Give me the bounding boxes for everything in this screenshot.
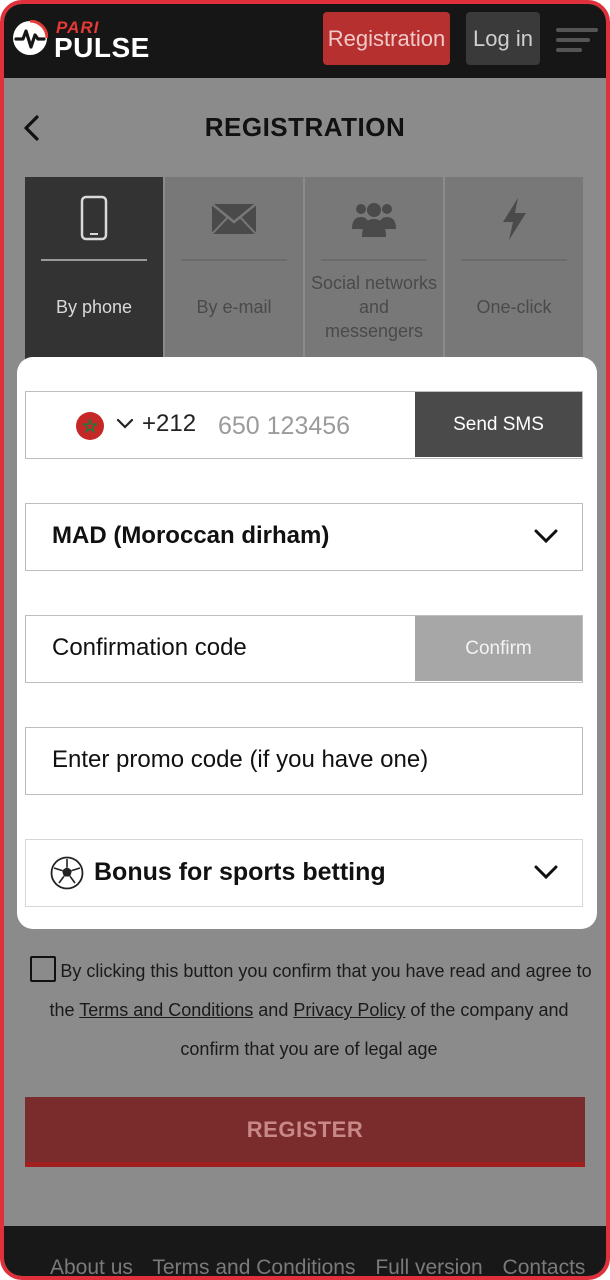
phone-field: +212 Send SMS (25, 391, 583, 459)
registration-method-tabs: By phone By e-mail Social networks and m… (25, 177, 585, 359)
footer-link-full-version[interactable]: Full version (375, 1256, 482, 1276)
login-button[interactable]: Log in (466, 12, 540, 65)
bonus-value: Bonus for sports betting (94, 858, 386, 886)
promo-code-field[interactable]: Enter promo code (if you have one) (25, 727, 583, 795)
phone-icon (80, 195, 108, 241)
terms-link[interactable]: Terms and Conditions (79, 1000, 253, 1020)
logo-mark-icon (13, 20, 48, 55)
footer-links: About us Terms and Conditions Full versi… (50, 1256, 599, 1276)
logo[interactable]: PARI PULSE (12, 18, 172, 64)
agreement-middle: and (253, 1000, 294, 1020)
page-title: REGISTRATION (204, 112, 406, 142)
hamburger-menu-icon[interactable] (556, 26, 598, 54)
send-sms-button[interactable]: Send SMS (415, 392, 582, 457)
phone-input[interactable] (216, 404, 410, 448)
register-button[interactable]: REGISTER (25, 1097, 585, 1167)
tab-by-email[interactable]: By e-mail (165, 177, 303, 359)
currency-select[interactable]: MAD (Moroccan dirham) (25, 503, 583, 571)
tab-label: One-click (476, 297, 552, 317)
top-bar: PARI PULSE Registration Log in (4, 4, 606, 78)
logo-pulse-text: PULSE (54, 32, 150, 63)
morocco-flag-icon[interactable] (76, 412, 104, 440)
chevron-down-icon (534, 865, 558, 880)
tab-label: Social networks and messengers (310, 273, 438, 341)
footer-link-contacts[interactable]: Contacts (503, 1256, 586, 1276)
envelope-icon (211, 203, 257, 235)
tab-label: By phone (55, 297, 133, 317)
agreement-text: By clicking this button you confirm that… (26, 952, 592, 1069)
confirm-button[interactable]: Confirm (415, 616, 582, 681)
currency-value: MAD (Moroccan dirham) (52, 522, 330, 549)
confirmation-code-placeholder: Confirmation code (52, 634, 247, 661)
tab-social-networks[interactable]: Social networks and messengers (305, 177, 443, 359)
chevron-down-icon (534, 529, 558, 544)
tab-one-click[interactable]: One-click (445, 177, 583, 359)
footer-link-about[interactable]: About us (50, 1256, 133, 1276)
registration-form-card: +212 Send SMS MAD (Moroccan dirham) Conf… (17, 357, 597, 929)
chevron-down-icon[interactable] (116, 418, 134, 430)
tab-label: By e-mail (196, 297, 272, 317)
promo-code-placeholder: Enter promo code (if you have one) (52, 746, 429, 773)
page-header: REGISTRATION (4, 78, 606, 178)
soccer-ball-icon (50, 856, 84, 890)
privacy-policy-link[interactable]: Privacy Policy (293, 1000, 405, 1020)
lightning-icon (503, 198, 526, 240)
users-icon (352, 203, 396, 237)
footer: About us Terms and Conditions Full versi… (4, 1226, 606, 1276)
registration-button[interactable]: Registration (323, 12, 450, 65)
tab-by-phone[interactable]: By phone (25, 177, 163, 359)
confirmation-code-field[interactable]: Confirmation code Confirm (25, 615, 583, 683)
app-frame: PARI PULSE Registration Log in REGISTRAT… (0, 0, 610, 1280)
bonus-select[interactable]: Bonus for sports betting (25, 839, 583, 907)
footer-link-terms[interactable]: Terms and Conditions (152, 1256, 355, 1276)
country-code: +212 (142, 410, 197, 437)
